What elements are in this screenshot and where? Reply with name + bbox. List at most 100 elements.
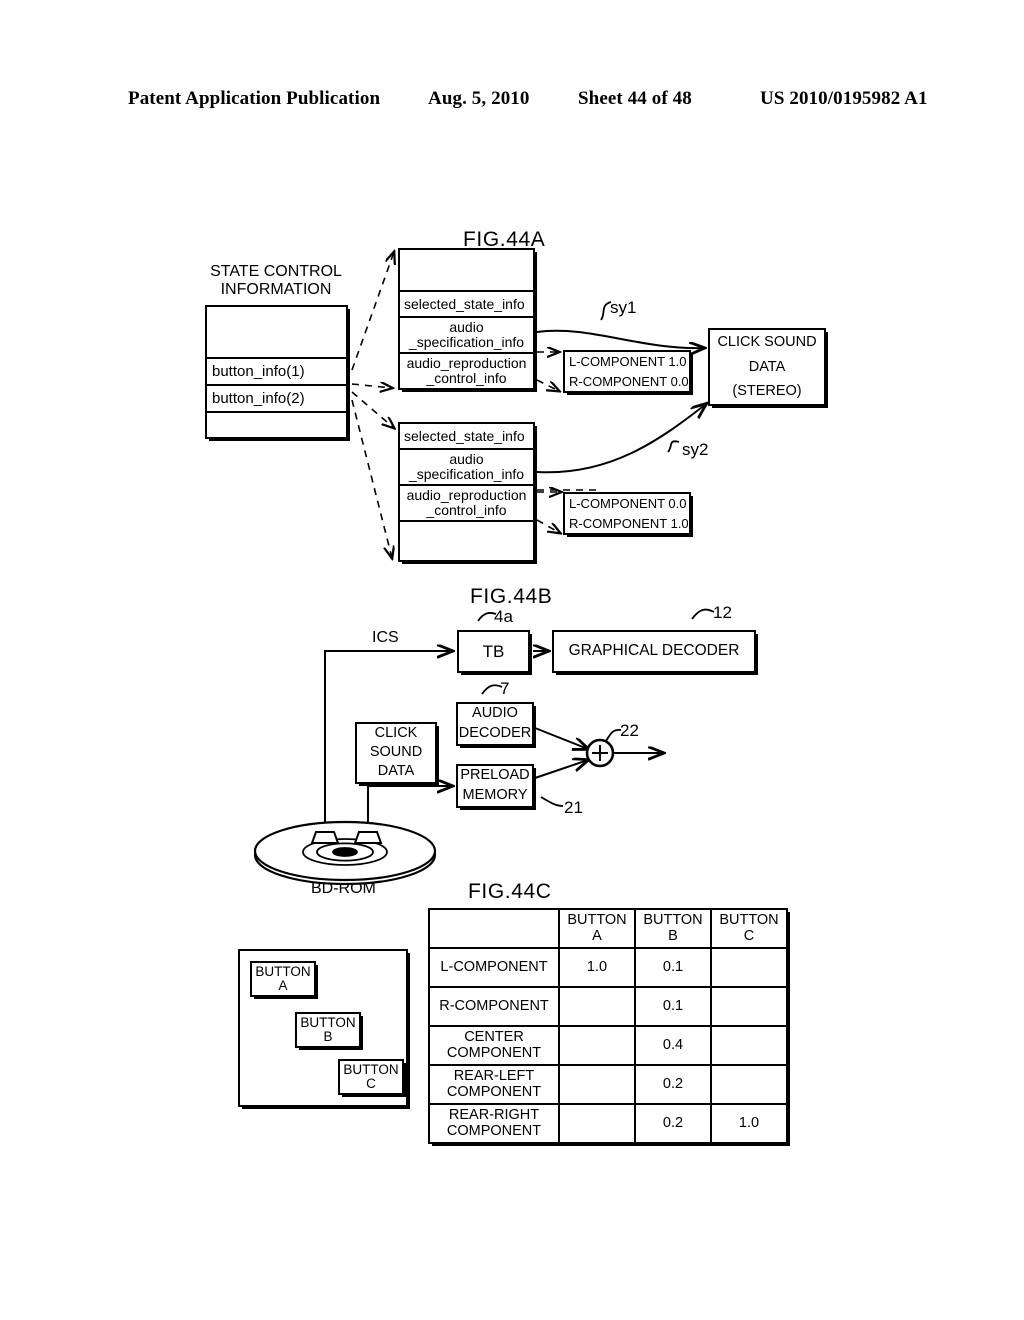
button-info-1-audio-reproduction-control-info: audio_reproduction _control_info: [400, 354, 533, 388]
preload-memory-ref-leader: [540, 796, 564, 807]
row-3-label-line-2: COMPONENT: [446, 1083, 542, 1100]
adder-ref-leader: [605, 728, 622, 742]
button-b-line-1: BUTTON: [300, 1015, 356, 1030]
preload-memory-to-adder: [534, 760, 588, 779]
row-4-label-line-1: REAR-RIGHT: [448, 1107, 540, 1124]
click-sound-stereo-line-2: DATA: [748, 359, 786, 376]
row-0-button-b: 0.1: [634, 947, 712, 988]
tb-label: TB: [482, 641, 505, 661]
table-header-row: BUTTON A BUTTON B BUTTON C: [428, 908, 788, 949]
state-control-title-line-2: INFORMATION: [220, 280, 332, 298]
button-a-box[interactable]: BUTTON A: [250, 961, 316, 997]
row-2-label: CENTER COMPONENT: [428, 1025, 560, 1066]
row-1-button-a: [558, 986, 636, 1027]
row-0-button-a: 1.0: [558, 947, 636, 988]
state-control-information-box: button_info(1) button_info(2): [205, 305, 348, 439]
audio-decoder-line-2: DECODER: [458, 725, 532, 742]
button-layout-panel: BUTTON A BUTTON B BUTTON C: [238, 949, 408, 1107]
publication-date: Aug. 5, 2010: [428, 88, 530, 109]
table-header-blank: [428, 908, 560, 949]
button-info-2-audio-spec-line-1: audio: [449, 451, 484, 468]
button-a-line-1: BUTTON: [255, 964, 311, 979]
button-info-1-audio-repro-line-1: audio_reproduction: [406, 355, 527, 372]
row-3-label: REAR-LEFT COMPONENT: [428, 1064, 560, 1105]
table-header-button-b: BUTTON B: [634, 908, 712, 949]
graphical-decoder-box: GRAPHICAL DECODER: [552, 630, 756, 673]
button-info-1-audio-repro-line-2: _control_info: [426, 370, 507, 386]
row-4-button-a: [558, 1103, 636, 1144]
patent-number: US 2010/0195982 A1: [760, 88, 928, 109]
row-0-label-line-1: L-COMPONENT: [440, 958, 548, 975]
button-info-1-row-empty: [400, 250, 533, 292]
click-sound-data-line-2: SOUND: [369, 743, 423, 760]
table-header-button-a-line-2: A: [592, 927, 602, 944]
button-info-2-audio-reproduction-control-info: audio_reproduction _control_info: [400, 486, 533, 522]
click-sound-data-line-1: CLICK: [374, 724, 418, 741]
sheet-number: Sheet 44 of 48: [578, 88, 692, 109]
button-info-block-1: selected_state_info audio _specification…: [398, 248, 535, 390]
state-control-row-empty-top: [207, 307, 346, 359]
click-sound-stereo-line-3: (STEREO): [732, 383, 802, 400]
row-2-label-line-1: CENTER: [464, 1029, 524, 1046]
row-4-label: REAR-RIGHT COMPONENT: [428, 1103, 560, 1144]
row-2-button-c: [710, 1025, 788, 1066]
table-row: REAR-LEFT COMPONENT 0.2: [428, 1064, 788, 1105]
mix-box-leader-lines: [536, 352, 561, 533]
button-info-1-audio-specification-info: audio _specification_info: [400, 318, 533, 354]
publication-title: Patent Application Publication: [128, 88, 381, 109]
bd-rom-label: BD-ROM: [311, 880, 376, 897]
graphical-decoder-ref-leader: [691, 608, 715, 620]
row-3-label-line-1: REAR-LEFT: [453, 1068, 535, 1085]
fig-44c-label: FIG.44C: [468, 880, 552, 903]
table-row: R-COMPONENT 0.1: [428, 986, 788, 1027]
table-header-button-a: BUTTON A: [558, 908, 636, 949]
mix-level-box-1: L-COMPONENT 1.0 R-COMPONENT 0.0: [563, 350, 691, 393]
row-3-button-a: [558, 1064, 636, 1105]
callout-sy2-label: sy2: [682, 440, 709, 459]
preload-memory-reference-numeral: 21: [564, 798, 583, 817]
button-info-2-audio-specification-info: audio _specification_info: [400, 450, 533, 486]
button-info-2-audio-repro-line-1: audio_reproduction: [406, 487, 527, 504]
button-info-1-audio-spec-line-1: audio: [449, 319, 484, 336]
table-header-button-b-line-2: B: [668, 927, 678, 944]
audio-decoder-line-1: AUDIO: [472, 705, 518, 722]
preload-memory-line-2: MEMORY: [462, 787, 528, 804]
row-3-button-c: [710, 1064, 788, 1105]
mix-level-box-2: L-COMPONENT 0.0 R-COMPONENT 1.0: [563, 492, 691, 535]
expansion-leader-lines: [351, 252, 394, 558]
row-1-button-c: [710, 986, 788, 1027]
table-header-button-c: BUTTON C: [710, 908, 788, 949]
preload-memory-line-1: PRELOAD: [460, 767, 530, 784]
sy2-connector: [536, 404, 706, 474]
row-0-button-c: [710, 947, 788, 988]
disc-to-preload-memory: [367, 786, 452, 838]
sy1-connector: [536, 329, 704, 348]
button-c-line-1: BUTTON: [343, 1062, 399, 1077]
row-1-button-b: 0.1: [634, 986, 712, 1027]
sy2-callout-leader: [667, 440, 680, 453]
row-2-button-a: [558, 1025, 636, 1066]
click-sound-stereo-line-1: CLICK SOUND: [717, 334, 817, 351]
row-3-button-b: 0.2: [634, 1064, 712, 1105]
table-row: REAR-RIGHT COMPONENT 0.2 1.0: [428, 1103, 788, 1144]
click-sound-data-box: CLICK SOUND DATA: [355, 722, 437, 784]
table-row: CENTER COMPONENT 0.4: [428, 1025, 788, 1066]
bd-rom-disc-icon: [253, 820, 437, 886]
state-control-row-button-info-1: button_info(1): [207, 359, 346, 386]
table-header-button-c-line-1: BUTTON: [719, 912, 779, 929]
callout-sy1-label: sy1: [610, 298, 637, 317]
click-sound-data-line-3: DATA: [377, 762, 415, 779]
row-4-button-c: 1.0: [710, 1103, 788, 1144]
button-info-2-selected-state-info: selected_state_info: [400, 424, 533, 450]
button-info-block-2: selected_state_info audio _specification…: [398, 422, 535, 562]
table-header-button-a-line-1: BUTTON: [567, 912, 627, 929]
row-4-button-b: 0.2: [634, 1103, 712, 1144]
mix-box-2-l-component: L-COMPONENT 0.0: [569, 496, 687, 512]
button-b-box[interactable]: BUTTON B: [295, 1012, 361, 1048]
row-2-button-b: 0.4: [634, 1025, 712, 1066]
button-a-line-2: A: [278, 978, 288, 994]
button-info-2-row-empty: [400, 522, 533, 560]
adder-reference-numeral: 22: [620, 721, 639, 740]
state-control-row-empty-bottom: [207, 413, 346, 437]
button-c-box[interactable]: BUTTON C: [338, 1059, 404, 1095]
